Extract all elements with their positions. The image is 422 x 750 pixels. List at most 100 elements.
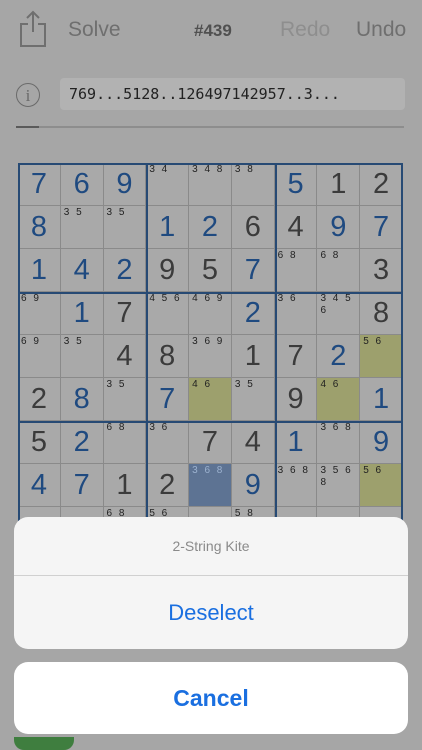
box-divider	[274, 163, 277, 550]
board-cell[interactable]: 2	[60, 421, 104, 464]
board-cell[interactable]: 7	[360, 206, 403, 249]
board-cell[interactable]: 4	[60, 249, 104, 292]
cell-digit: 7	[73, 468, 90, 501]
board-cell[interactable]: 3 5	[60, 335, 104, 378]
board-cell[interactable]: 3 4 8	[189, 163, 232, 206]
board-cell[interactable]: 7	[18, 163, 61, 206]
board-cell[interactable]: 3 6 8	[274, 464, 318, 507]
cell-digit: 9	[244, 468, 261, 501]
board-cell[interactable]: 4	[274, 206, 318, 249]
board-cell[interactable]: 2	[146, 464, 190, 507]
board-cell[interactable]: 5	[18, 421, 61, 464]
board-cell[interactable]: 1	[146, 206, 190, 249]
board-cell[interactable]: 8	[18, 206, 61, 249]
board-cell[interactable]: 9	[231, 464, 275, 507]
cell-digit: 9	[287, 382, 304, 415]
board-cell[interactable]: 7	[189, 421, 232, 464]
board-cell[interactable]: 8	[360, 292, 403, 335]
board-cell[interactable]: 9	[274, 378, 318, 421]
cell-candidates: 3 6	[149, 422, 170, 433]
cancel-button[interactable]: Cancel	[14, 662, 408, 734]
board-cell[interactable]: 6	[60, 163, 104, 206]
board-cell[interactable]: 4	[231, 421, 275, 464]
board-cell[interactable]: 7	[146, 378, 190, 421]
board-cell[interactable]: 1	[103, 464, 147, 507]
board-cell[interactable]: 4	[18, 464, 61, 507]
board-cell[interactable]: 4 6 9	[189, 292, 232, 335]
deselect-button[interactable]: Deselect	[14, 576, 408, 649]
board-cell[interactable]: 3 5	[231, 378, 275, 421]
board-cell[interactable]: 7	[274, 335, 318, 378]
board-cell[interactable]: 3 5	[103, 378, 147, 421]
solve-button[interactable]: Solve	[68, 18, 121, 42]
board-cell[interactable]: 6 9	[18, 292, 61, 335]
board-cell[interactable]: 3 5	[103, 206, 147, 249]
board-cell[interactable]: 6 8	[317, 249, 361, 292]
puzzle-string-field[interactable]: 769...5128..126497142957..3...	[60, 78, 405, 110]
cell-digit: 2	[373, 167, 390, 200]
board-cell[interactable]: 9	[103, 163, 147, 206]
board-cell[interactable]: 8	[60, 378, 104, 421]
board-cell[interactable]: 1	[18, 249, 61, 292]
cell-digit: 4	[73, 253, 90, 286]
box-divider	[401, 163, 403, 550]
undo-button[interactable]: Undo	[356, 18, 406, 42]
board-cell[interactable]: 5 6	[360, 464, 403, 507]
board-cell[interactable]: 9	[146, 249, 190, 292]
board-cell[interactable]: 7	[103, 292, 147, 335]
board-cell[interactable]: 3 4	[146, 163, 190, 206]
board-cell[interactable]: 2	[360, 163, 403, 206]
board-cell[interactable]: 1	[231, 335, 275, 378]
board-cell[interactable]: 5	[274, 163, 318, 206]
board-cell[interactable]: 3	[360, 249, 403, 292]
cell-candidates: 3 5	[106, 207, 127, 218]
board-cell[interactable]: 2	[317, 335, 361, 378]
cell-digit: 9	[159, 253, 176, 286]
board-cell[interactable]: 6 8	[103, 421, 147, 464]
board-cell[interactable]: 2	[231, 292, 275, 335]
board-cell[interactable]: 2	[18, 378, 61, 421]
board-cell[interactable]: 3 6	[274, 292, 318, 335]
board-cell[interactable]: 3 6 9	[189, 335, 232, 378]
cell-digit: 5	[287, 167, 304, 200]
board-cell[interactable]: 2	[103, 249, 147, 292]
board-cell[interactable]: 4	[103, 335, 147, 378]
board-cell[interactable]: 2	[189, 206, 232, 249]
board-cell[interactable]: 6	[231, 206, 275, 249]
cell-candidates: 4 6	[192, 379, 213, 390]
cell-digit: 8	[373, 296, 390, 329]
board-cell[interactable]: 3 8	[231, 163, 275, 206]
board-cell[interactable]: 5	[189, 249, 232, 292]
cell-candidates: 3 5	[63, 207, 84, 218]
cell-digit: 7	[159, 382, 176, 415]
board-cell[interactable]: 3 6 8	[317, 421, 361, 464]
board-cell[interactable]: 3 5	[60, 206, 104, 249]
board-cell[interactable]: 6 9	[18, 335, 61, 378]
cell-digit: 2	[159, 468, 176, 501]
board-cell[interactable]: 8	[146, 335, 190, 378]
cell-candidates: 5 6	[363, 336, 384, 347]
board-cell[interactable]: 3 5 6 8	[317, 464, 361, 507]
board-cell[interactable]: 1	[317, 163, 361, 206]
board-cell[interactable]: 9	[317, 206, 361, 249]
board-cell[interactable]: 3 6	[146, 421, 190, 464]
board-cell[interactable]: 4 6	[317, 378, 361, 421]
board-cell[interactable]: 1	[274, 421, 318, 464]
cell-digit: 6	[244, 210, 261, 243]
board-cell[interactable]: 9	[360, 421, 403, 464]
cell-candidates: 3 5	[234, 379, 255, 390]
board-cell[interactable]: 7	[231, 249, 275, 292]
cell-digit: 4	[287, 210, 304, 243]
board-cell[interactable]: 1	[60, 292, 104, 335]
redo-button[interactable]: Redo	[280, 18, 330, 42]
info-icon[interactable]: i	[16, 83, 40, 107]
board-cell[interactable]: 5 6	[360, 335, 403, 378]
board-cell[interactable]: 1	[360, 378, 403, 421]
board-cell[interactable]: 6 8	[274, 249, 318, 292]
share-icon[interactable]	[18, 10, 48, 48]
board-cell[interactable]: 4 5 6	[146, 292, 190, 335]
board-cell[interactable]: 3 6 8	[189, 464, 232, 507]
board-cell[interactable]: 4 6	[189, 378, 232, 421]
board-cell[interactable]: 3 4 5 6	[317, 292, 361, 335]
board-cell[interactable]: 7	[60, 464, 104, 507]
